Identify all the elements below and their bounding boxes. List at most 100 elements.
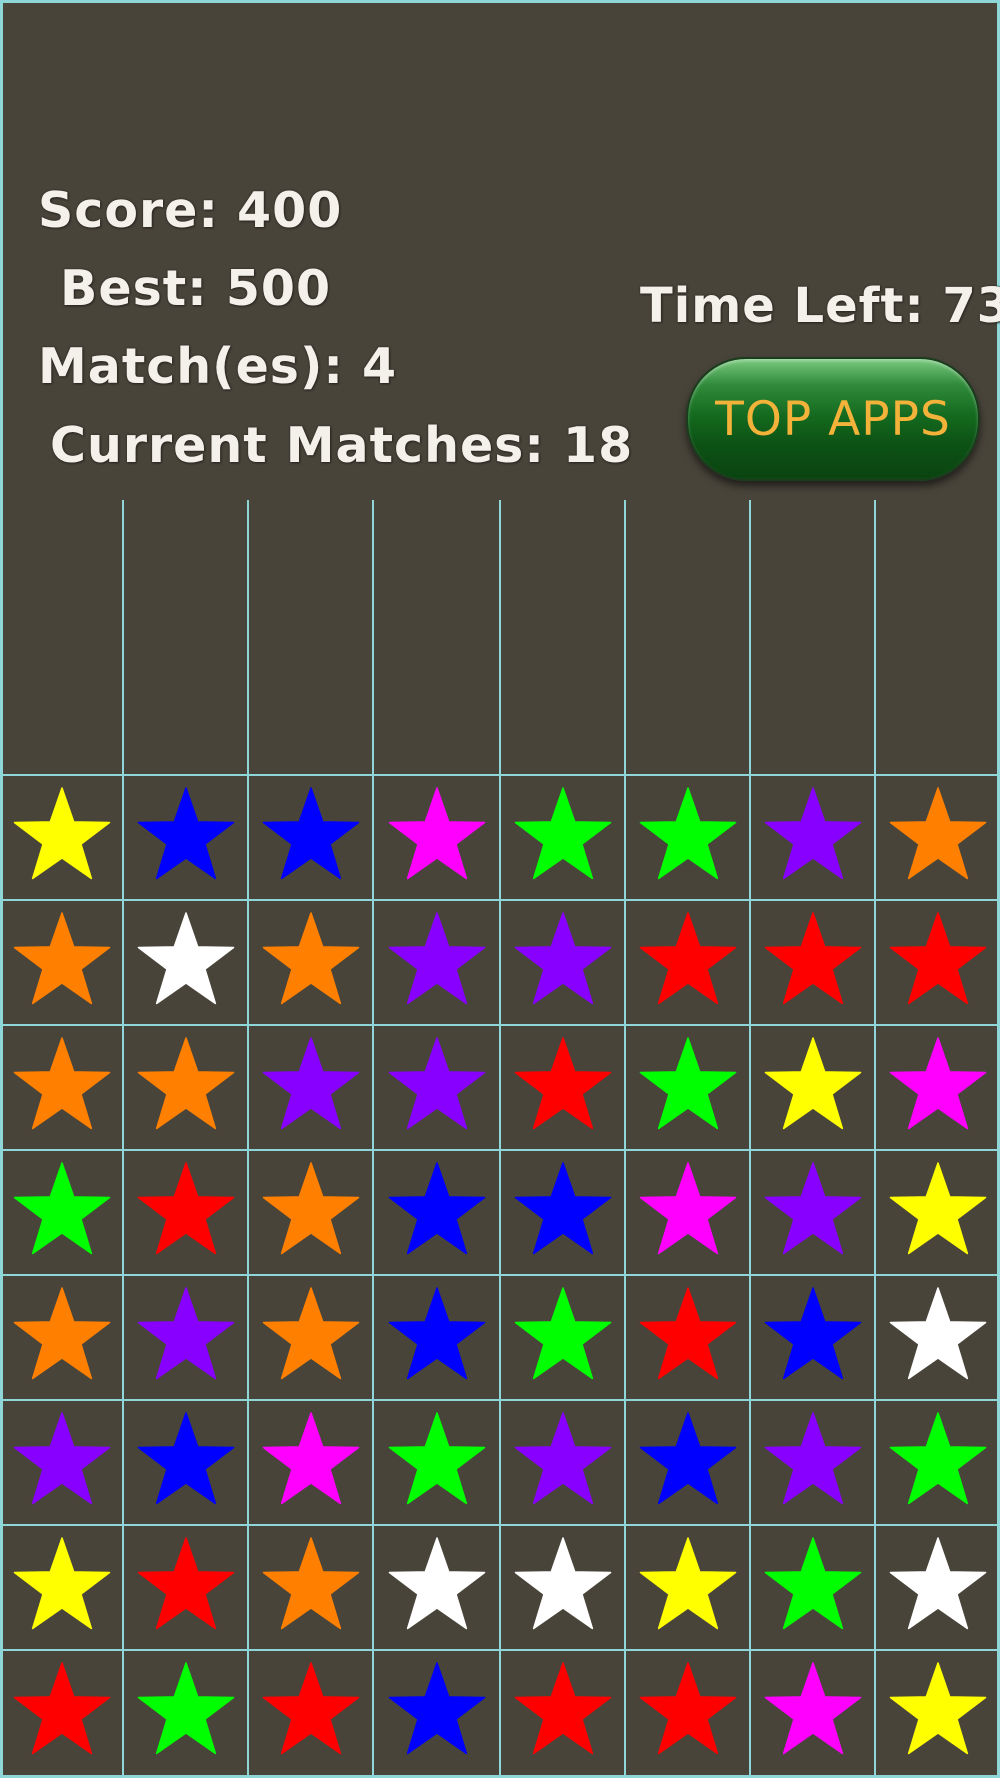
star-tile-red[interactable] [625, 1275, 750, 1400]
star-tile-red[interactable] [625, 1650, 750, 1775]
star-tile-magenta[interactable] [625, 1150, 750, 1275]
star-icon [388, 1162, 485, 1255]
star-tile-white[interactable] [123, 900, 248, 1025]
star-tile-blue[interactable] [625, 1400, 750, 1525]
star-tile-purple[interactable] [500, 1400, 625, 1525]
star-tile-blue[interactable] [123, 775, 248, 900]
star-icon [514, 787, 611, 880]
star-tile-yellow[interactable] [875, 1650, 1000, 1775]
star-tile-magenta[interactable] [750, 1650, 875, 1775]
star-icon [764, 1037, 861, 1130]
star-icon [639, 1162, 736, 1255]
star-tile-purple[interactable] [123, 1275, 248, 1400]
star-tile-green[interactable] [875, 1400, 1000, 1525]
star-tile-green[interactable] [625, 1025, 750, 1150]
star-tile-yellow[interactable] [0, 775, 123, 900]
star-tile-green[interactable] [625, 775, 750, 900]
star-icon [514, 1037, 611, 1130]
star-icon [514, 1537, 611, 1630]
star-tile-purple[interactable] [750, 775, 875, 900]
star-icon [137, 1162, 234, 1255]
star-tile-orange[interactable] [123, 1025, 248, 1150]
star-tile-white[interactable] [875, 1525, 1000, 1650]
star-icon [13, 1537, 110, 1630]
star-tile-orange[interactable] [248, 1275, 373, 1400]
star-tile-green[interactable] [500, 775, 625, 900]
star-tile-orange[interactable] [248, 1150, 373, 1275]
star-tile-purple[interactable] [373, 900, 500, 1025]
star-tile-white[interactable] [373, 1525, 500, 1650]
star-icon [514, 1412, 611, 1505]
star-tile-yellow[interactable] [625, 1525, 750, 1650]
star-icon [137, 1662, 234, 1755]
star-tile-yellow[interactable] [750, 1025, 875, 1150]
star-icon [388, 912, 485, 1005]
star-icon [262, 1662, 359, 1755]
star-tile-purple[interactable] [248, 1025, 373, 1150]
star-icon [13, 1037, 110, 1130]
star-icon [388, 787, 485, 880]
star-icon [514, 912, 611, 1005]
star-icon [764, 1162, 861, 1255]
star-tile-red[interactable] [625, 900, 750, 1025]
star-icon [388, 1287, 485, 1380]
star-tile-blue[interactable] [373, 1650, 500, 1775]
star-tile-red[interactable] [500, 1650, 625, 1775]
star-tile-blue[interactable] [750, 1275, 875, 1400]
star-tile-orange[interactable] [0, 1025, 123, 1150]
star-tile-green[interactable] [0, 1150, 123, 1275]
star-tile-blue[interactable] [500, 1150, 625, 1275]
star-tile-yellow[interactable] [875, 1150, 1000, 1275]
star-tile-purple[interactable] [500, 900, 625, 1025]
star-tile-orange[interactable] [248, 900, 373, 1025]
star-tile-green[interactable] [500, 1275, 625, 1400]
star-tile-magenta[interactable] [875, 1025, 1000, 1150]
star-tile-red[interactable] [500, 1025, 625, 1150]
star-tile-purple[interactable] [373, 1025, 500, 1150]
star-icon [388, 1412, 485, 1505]
star-tile-red[interactable] [875, 900, 1000, 1025]
star-tile-blue[interactable] [248, 775, 373, 900]
star-tile-orange[interactable] [248, 1525, 373, 1650]
star-icon [639, 787, 736, 880]
star-tile-green[interactable] [373, 1400, 500, 1525]
star-icon [514, 1287, 611, 1380]
star-tile-purple[interactable] [750, 1400, 875, 1525]
star-tile-white[interactable] [500, 1525, 625, 1650]
star-tile-red[interactable] [750, 900, 875, 1025]
star-tile-orange[interactable] [0, 1275, 123, 1400]
star-icon [388, 1537, 485, 1630]
star-tile-green[interactable] [750, 1525, 875, 1650]
star-tile-white[interactable] [875, 1275, 1000, 1400]
star-icon [889, 1162, 986, 1255]
star-icon [514, 1662, 611, 1755]
star-tile-red[interactable] [248, 1650, 373, 1775]
star-icon [262, 1162, 359, 1255]
star-icon [764, 1662, 861, 1755]
star-tile-blue[interactable] [373, 1150, 500, 1275]
star-icon [13, 1412, 110, 1505]
star-tile-orange[interactable] [0, 900, 123, 1025]
star-icon [889, 1662, 986, 1755]
star-tile-magenta[interactable] [373, 775, 500, 900]
star-tile-magenta[interactable] [248, 1400, 373, 1525]
star-tile-purple[interactable] [0, 1400, 123, 1525]
star-tile-blue[interactable] [123, 1400, 248, 1525]
star-tile-orange[interactable] [875, 775, 1000, 900]
star-icon [388, 1662, 485, 1755]
star-tile-red[interactable] [123, 1525, 248, 1650]
star-icon [262, 1037, 359, 1130]
star-tile-green[interactable] [123, 1650, 248, 1775]
star-tile-red[interactable] [123, 1150, 248, 1275]
star-icon [13, 1162, 110, 1255]
star-tile-purple[interactable] [750, 1150, 875, 1275]
star-icon [889, 787, 986, 880]
star-icon [13, 787, 110, 880]
star-tile-blue[interactable] [373, 1275, 500, 1400]
star-tile-red[interactable] [0, 1650, 123, 1775]
star-icon [13, 1662, 110, 1755]
star-icon [889, 1537, 986, 1630]
game-board [0, 0, 1000, 1778]
star-icon [889, 1287, 986, 1380]
star-tile-yellow[interactable] [0, 1525, 123, 1650]
